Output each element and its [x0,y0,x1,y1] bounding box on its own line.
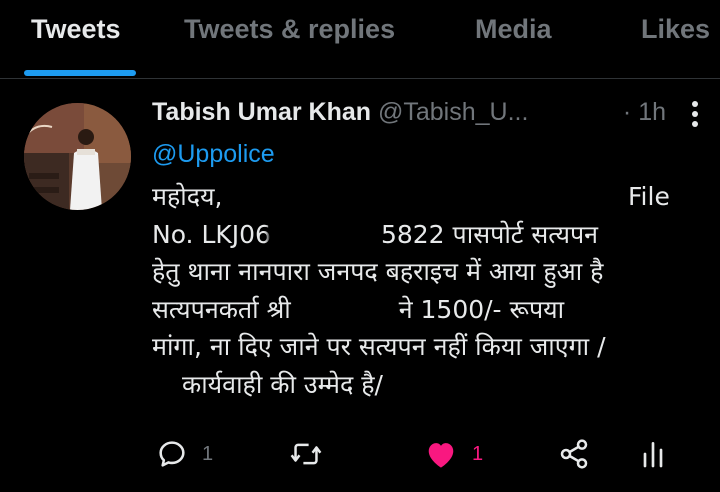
tweet-text: महोदय, File No. LKJ06 5822 पासपोर्ट सत्यप… [152,178,687,403]
tweet-line: मांगा, ना दिए जाने पर सत्यपन नहीं किया ज… [152,328,687,366]
share-button[interactable] [557,430,591,478]
tab-tweets-and-replies[interactable]: Tweets & replies [184,14,395,45]
profile-tabs: Tweets Tweets & replies Media Likes [0,0,720,79]
tab-media[interactable]: Media [475,14,552,45]
active-tab-indicator [24,70,136,76]
avatar[interactable] [24,103,131,210]
tweet-text-file-no: No. LKJ06 [152,219,271,249]
reply-button[interactable]: 1 [156,430,213,478]
more-icon[interactable] [688,100,702,128]
tweet-text-line3: हेतु थाना नानपारा जनपद बहराइच में आया हु… [152,257,604,286]
tweet-text-file-suffix: 5822 पासपोर्ट सत्यपन [380,219,599,249]
share-icon [560,439,588,469]
like-count: 1 [472,442,484,465]
avatar-photo [24,103,131,210]
tweet-text-officer: सत्यपनकर्ता श्री [152,294,291,324]
reply-icon [159,441,185,467]
tweet-text-salutation: महोदय, [152,182,223,211]
retweet-button[interactable] [289,430,337,478]
tweet-header: Tabish Umar Khan @Tabish_U... · 1h [152,98,702,134]
time-value: 1h [638,98,666,126]
redaction-mark [298,295,391,326]
redaction-mark [270,220,381,251]
tweet-actions: 1 1 [0,430,720,478]
analytics-icon [643,442,663,468]
tab-likes[interactable]: Likes [641,14,710,45]
tweet-text-amount: ने 1500/- रूपया [398,294,565,324]
tab-tweets[interactable]: Tweets [31,14,121,45]
tweet-text-line6: कार्यवाही की उम्मेद है/ [182,369,383,399]
reply-count: 1 [202,442,214,465]
analytics-button[interactable] [641,430,665,478]
retweet-icon [290,443,322,465]
mention-link[interactable]: @Uppolice [152,140,275,169]
tweet-time[interactable]: · 1h [623,98,666,127]
tweet-line: सत्यपनकर्ता श्री ने 1500/- रूपया [152,291,687,329]
tweet-text-file: File [628,182,670,211]
like-button[interactable]: 1 [424,430,483,478]
tweet-line: No. LKJ06 5822 पासपोर्ट सत्यपन [152,216,687,254]
author-name[interactable]: Tabish Umar Khan [152,98,371,126]
tweet-line: हेतु थाना नानपारा जनपद बहराइच में आया हु… [152,253,687,291]
heart-icon [428,443,454,468]
time-separator: · [622,98,632,126]
tweet-line: कार्यवाही की उम्मेद है/ [152,366,687,404]
tweet-line: महोदय, File [152,178,687,216]
tweet-text-line5: मांगा, ना दिए जाने पर सत्यपन नहीं किया ज… [152,332,606,361]
author-handle[interactable]: @Tabish_U... [378,98,528,126]
